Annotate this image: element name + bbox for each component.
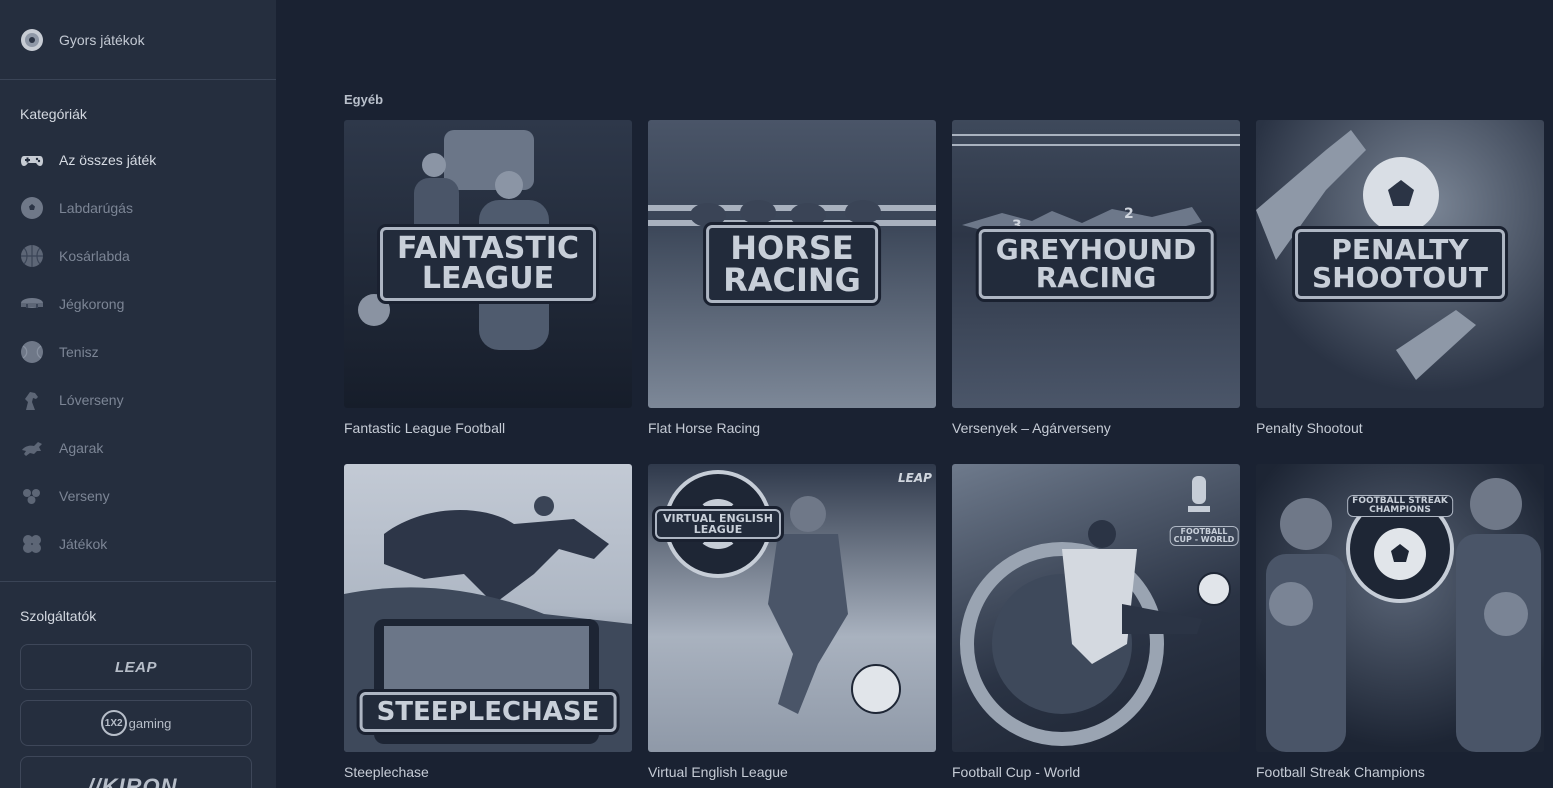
basketball-icon [20, 244, 44, 268]
category-item-race[interactable]: Verseny [0, 472, 276, 520]
category-label: Tenisz [59, 344, 99, 360]
game-banner: PENALTY SHOOTOUT [1295, 229, 1505, 299]
game-thumbnail: FOOTBALL STREAK CHAMPIONS [1256, 464, 1544, 752]
category-label: Játékok [59, 536, 108, 552]
banner-line: LEAGUE [693, 523, 743, 536]
game-banner: FOOTBALL CUP - WORLD [1169, 526, 1239, 546]
provider-1x2-gaming[interactable]: 1X2 gaming [20, 700, 252, 746]
game-banner: FOOTBALL STREAK CHAMPIONS [1347, 495, 1453, 517]
banner-line: CUP - WORLD [1173, 535, 1235, 544]
category-label: Verseny [59, 488, 110, 504]
hockey-icon [20, 292, 44, 316]
quick-games-icon [21, 28, 43, 51]
game-title: Football Cup - World [952, 764, 1081, 780]
banner-line: LEAGUE [421, 261, 555, 296]
1x2-logo-text: gaming [128, 715, 172, 731]
banner-line: CHAMPIONS [1369, 505, 1431, 515]
game-card[interactable]: STEEPLECHASE Steeplechase [344, 464, 632, 782]
game-card[interactable]: FOOTBALL CUP - WORLD Football Cup - Worl… [952, 464, 1240, 782]
sidebar: Gyors játékok Kategóriák Az összes játék… [0, 0, 276, 788]
1x2-logo-circle: 1X2 [100, 710, 127, 736]
provider-leap[interactable]: LEAP [20, 644, 252, 690]
game-title: Flat Horse Racing [648, 420, 761, 436]
game-thumbnail: FOOTBALL CUP - WORLD [952, 464, 1240, 752]
quick-games-link[interactable]: Gyors játékok [0, 0, 276, 80]
game-banner: STEEPLECHASE [359, 691, 617, 732]
category-label: Agarak [59, 440, 104, 456]
category-label: Kosárlabda [59, 248, 130, 264]
providers-title: Szolgáltatók [20, 608, 97, 624]
game-title: Penalty Shootout [1256, 420, 1363, 436]
category-item-football[interactable]: Labdarúgás [0, 184, 276, 232]
game-thumbnail: 3 2 GREYHOUND RACING [952, 120, 1240, 408]
provider-kiron[interactable]: //KIRON. [20, 756, 252, 788]
category-item-hockey[interactable]: Jégkorong [0, 280, 276, 328]
tennis-ball-icon [20, 340, 44, 364]
game-title: Steeplechase [344, 764, 429, 780]
1x2-gaming-logo: 1X2 gaming [100, 710, 172, 736]
game-title: Fantastic League Football [344, 420, 506, 436]
games-icon [20, 532, 44, 556]
game-card[interactable]: 3 2 GREYHOUND RACING Versenyek – Agárver… [952, 120, 1240, 438]
category-label: Jégkorong [59, 296, 125, 312]
main-content: Egyéb FANTASTIC LEAGUE Fantastic League … [276, 0, 1553, 788]
football-cup-illustration [960, 476, 1231, 746]
game-thumbnail: PENALTY SHOOTOUT [1256, 120, 1544, 408]
banner-line: RACING [1035, 261, 1157, 294]
banner-line: PENALTY [1331, 233, 1469, 266]
game-title: Versenyek – Agárverseny [952, 420, 1111, 436]
kiron-logo: //KIRON. [87, 774, 185, 788]
category-item-tennis[interactable]: Tenisz [0, 328, 276, 376]
game-card[interactable]: FANTASTIC LEAGUE Fantastic League Footba… [344, 120, 632, 438]
category-item-greyhounds[interactable]: Agarak [0, 424, 276, 472]
horse-icon [20, 388, 44, 412]
svg-text:2: 2 [1124, 206, 1134, 222]
game-card[interactable]: PENALTY SHOOTOUT Penalty Shootout [1256, 120, 1544, 438]
game-card[interactable]: HORSE RACING Flat Horse Racing [648, 120, 936, 438]
game-banner: VIRTUAL ENGLISH LEAGUE [654, 509, 782, 539]
game-thumbnail: FANTASTIC LEAGUE [344, 120, 632, 408]
category-item-all-games[interactable]: Az összes játék [0, 136, 276, 184]
quick-games-label: Gyors játékok [59, 31, 145, 48]
banner-line: HORSE [730, 229, 854, 267]
game-banner: FANTASTIC LEAGUE [380, 227, 596, 301]
game-card[interactable]: LEAP VIRTUAL ENGLISH LEAGUE Virtual Engl… [648, 464, 936, 782]
game-banner: HORSE RACING [706, 225, 878, 303]
greyhound-icon [20, 436, 44, 460]
game-card[interactable]: FOOTBALL STREAK CHAMPIONS Football Strea… [1256, 464, 1544, 782]
soccer-ball-icon [20, 196, 44, 220]
banner-line: FANTASTIC [397, 231, 579, 266]
category-label: Az összes játék [59, 152, 157, 168]
category-list: Az összes játék Labdarúgás Kosárlabda Jé… [0, 136, 276, 568]
game-thumbnail: LEAP VIRTUAL ENGLISH LEAGUE [648, 464, 936, 752]
leap-logo: LEAP [114, 658, 157, 676]
provider-list: LEAP 1X2 gaming //KIRON. [0, 626, 276, 788]
game-thumbnail: HORSE RACING [648, 120, 936, 408]
category-label: Lóverseny [59, 392, 124, 408]
banner-line: SHOOTOUT [1312, 261, 1488, 294]
banner-line: GREYHOUND [995, 233, 1197, 266]
virtual-league-illustration: LEAP [664, 470, 932, 714]
category-item-games[interactable]: Játékok [0, 520, 276, 568]
categories-title: Kategóriák [20, 106, 87, 122]
svg-text:LEAP: LEAP [898, 471, 932, 485]
category-item-horse-racing[interactable]: Lóverseny [0, 376, 276, 424]
game-title: Football Streak Champions [1256, 764, 1425, 780]
race-icon [20, 484, 44, 508]
banner-line: STEEPLECHASE [376, 696, 600, 727]
category-label: Labdarúgás [59, 200, 133, 216]
group-title: Egyéb [344, 92, 384, 107]
game-title: Virtual English League [648, 764, 788, 780]
game-thumbnail: STEEPLECHASE [344, 464, 632, 752]
banner-line: RACING [723, 261, 861, 299]
game-banner: GREYHOUND RACING [978, 229, 1214, 299]
gamepad-icon [20, 148, 44, 172]
category-item-basketball[interactable]: Kosárlabda [0, 232, 276, 280]
